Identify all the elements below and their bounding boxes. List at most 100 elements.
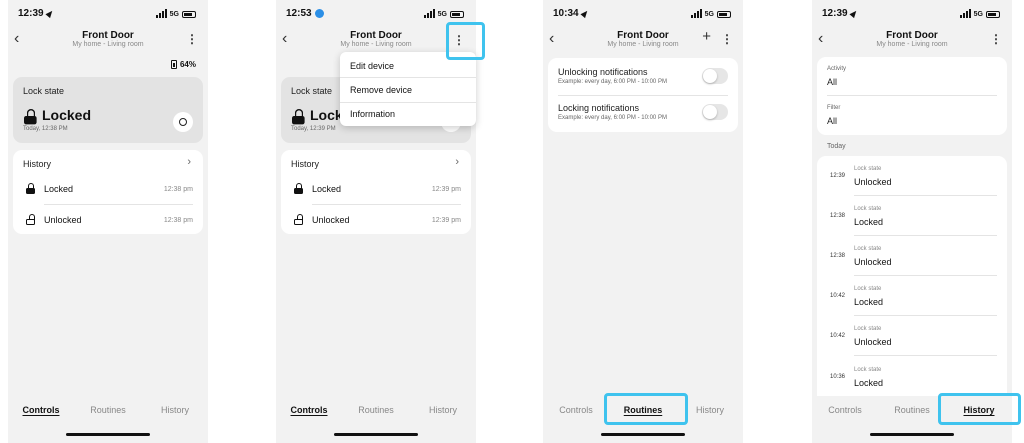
history-entry-caption: Lock state [854, 166, 882, 172]
history-item-label: Locked [312, 184, 342, 194]
history-item-label: Locked [44, 184, 74, 194]
notification-desc: Example: every day, 6:00 PM - 10:00 PM [558, 79, 667, 85]
history-entry-value: Locked [854, 378, 884, 388]
divider [854, 195, 997, 196]
tab-controls[interactable]: Controls [543, 405, 609, 415]
home-indicator [601, 433, 685, 436]
location-arrow-icon [849, 8, 859, 19]
more-options-icon[interactable]: ⋮ [186, 32, 198, 46]
status-time: 10:34 [553, 8, 579, 19]
highlight-more-options [446, 22, 485, 60]
lock-toggle-button[interactable] [173, 112, 193, 132]
battery-icon [717, 11, 731, 18]
app-header: ‹ Front Door My home - Living room + ⋮ [543, 28, 743, 56]
history-entry-caption: Lock state [854, 206, 882, 212]
tab-routines[interactable]: Routines [343, 405, 409, 415]
battery-indicator: 64% [170, 60, 196, 69]
battery-level-icon [170, 60, 177, 69]
status-bar: 12:39 5G [812, 8, 1012, 22]
menu-item-information[interactable]: Information [350, 109, 395, 119]
history-label[interactable]: History [23, 159, 51, 169]
network-label: 5G [437, 11, 447, 18]
device-location: My home - Living room [72, 41, 144, 48]
section-label-today: Today [827, 143, 846, 150]
network-label: 5G [704, 11, 714, 18]
divider [854, 235, 997, 236]
history-entry-value: Unlocked [854, 337, 892, 347]
history-entry-time: 12:38 [830, 253, 846, 259]
history-label[interactable]: History [291, 159, 319, 169]
history-entry-value: Locked [854, 297, 884, 307]
more-options-icon[interactable]: ⋮ [990, 32, 1002, 46]
app-header: ‹ Front Door My home - Living room ⋮ [812, 28, 1012, 56]
highlight-routines-tab [604, 393, 688, 425]
history-entry-caption: Lock state [854, 367, 882, 373]
add-icon[interactable]: + [702, 28, 711, 45]
tab-controls[interactable]: Controls [276, 405, 342, 415]
history-item-time: 12:39 pm [431, 217, 461, 224]
device-title: Front Door [617, 30, 669, 41]
highlight-history-tab [938, 393, 1021, 425]
lock-icon [26, 183, 35, 194]
focus-mode-icon [314, 9, 324, 18]
history-entry-time: 10:36 [830, 374, 846, 380]
network-label: 5G [169, 11, 179, 18]
status-time: 12:39 [822, 8, 848, 19]
lock-state-time: Today, 12:39 PM [291, 126, 336, 132]
home-indicator [870, 433, 954, 436]
divider [827, 95, 997, 96]
lock-state-label: Lock state [291, 86, 333, 96]
history-list: 12:39 Lock state Unlocked 12:38 Lock sta… [817, 156, 1007, 396]
history-entry-time: 12:38 [830, 213, 846, 219]
divider [340, 77, 476, 78]
status-time: 12:39 [18, 8, 44, 19]
lock-icon [24, 109, 37, 125]
signal-bars-icon [690, 9, 702, 18]
device-title: Front Door [82, 30, 134, 41]
divider [312, 204, 461, 205]
more-options-menu: Edit device Remove device Information [340, 52, 476, 126]
filter-card: Activity All Filter All [817, 57, 1007, 135]
activity-select[interactable]: All [827, 77, 837, 87]
tab-history[interactable]: History [142, 405, 208, 415]
notification-label: Unlocking notifications [558, 67, 648, 77]
history-item-time: 12:39 pm [431, 186, 461, 193]
tab-bar: Controls Routines History [276, 398, 476, 422]
unlock-icon [26, 214, 35, 225]
divider [44, 204, 193, 205]
tab-routines[interactable]: Routines [879, 405, 945, 415]
unlock-icon [294, 214, 303, 225]
divider [854, 275, 997, 276]
lock-state-card[interactable]: Lock state Locked Today, 12:38 PM [13, 77, 203, 143]
lock-icon [292, 109, 305, 125]
history-entry-time: 10:42 [830, 333, 846, 339]
phone-screen-controls: 12:39 5G ‹ Front Door My home - Living r… [8, 0, 208, 443]
network-label: 5G [973, 11, 983, 18]
location-arrow-icon [45, 8, 55, 19]
history-card: History › Locked 12:38 pm Unlocked 12:38… [13, 150, 203, 234]
signal-bars-icon [155, 9, 167, 18]
tab-routines[interactable]: Routines [75, 405, 141, 415]
unlocking-notifications-toggle[interactable] [702, 68, 728, 84]
chevron-right-icon[interactable]: › [187, 156, 191, 168]
divider [558, 95, 728, 96]
chevron-right-icon[interactable]: › [455, 156, 459, 168]
tab-controls[interactable]: Controls [8, 405, 74, 415]
device-title: Front Door [886, 30, 938, 41]
menu-item-remove-device[interactable]: Remove device [350, 85, 412, 95]
locking-notifications-toggle[interactable] [702, 104, 728, 120]
tab-controls[interactable]: Controls [812, 405, 878, 415]
history-entry-caption: Lock state [854, 326, 882, 332]
device-location: My home - Living room [607, 41, 679, 48]
lock-state-label: Lock state [23, 86, 65, 96]
history-item-time: 12:38 pm [163, 217, 193, 224]
notifications-card: Unlocking notifications Example: every d… [548, 58, 738, 132]
history-entry-time: 12:39 [830, 173, 846, 179]
tab-history[interactable]: History [410, 405, 476, 415]
menu-item-edit-device[interactable]: Edit device [350, 61, 394, 71]
activity-label: Activity [827, 66, 847, 72]
more-options-icon[interactable]: ⋮ [721, 32, 733, 46]
filter-select[interactable]: All [827, 116, 837, 126]
divider [854, 315, 997, 316]
lock-icon [294, 183, 303, 194]
